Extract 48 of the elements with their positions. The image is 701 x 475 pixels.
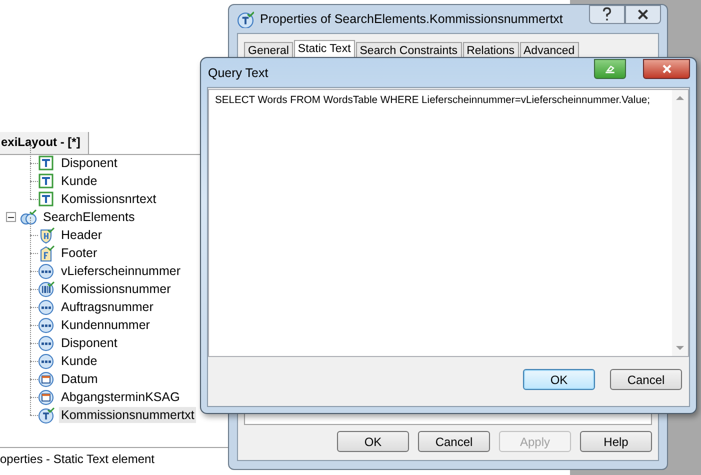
tree-item[interactable]: Footer xyxy=(59,245,100,261)
tree-item[interactable]: Komissionsnummer xyxy=(59,281,173,297)
static-text-icon xyxy=(38,406,55,424)
query-text: SELECT Words FROM WordsTable WHERE Lieferscheinnummer=vLieferscheinnummer.Value; xyxy=(215,95,650,106)
input-circle-icon xyxy=(38,316,55,334)
tree-item[interactable]: Auftragsnummer xyxy=(59,299,156,315)
text-field-icon xyxy=(38,172,55,190)
input-circle-icon xyxy=(38,262,55,280)
tree-item[interactable]: Kunde xyxy=(59,353,100,369)
shield-icon xyxy=(38,226,55,244)
tree-item[interactable]: vLieferscheinnummer xyxy=(59,263,182,279)
collapse-icon[interactable] xyxy=(6,212,16,222)
dialog-button[interactable]: Cancel xyxy=(418,431,490,452)
close-icon[interactable] xyxy=(625,5,661,24)
status-text: operties - Static Text element xyxy=(0,452,155,466)
close-button[interactable] xyxy=(643,59,690,79)
dialog-button[interactable]: OK xyxy=(523,369,595,390)
tree-item[interactable]: SearchElements xyxy=(41,209,137,225)
dialog-button[interactable]: Help xyxy=(580,431,652,452)
text-field-icon xyxy=(38,190,55,208)
tree-item[interactable]: Kundennummer xyxy=(59,317,152,333)
window-title: Properties of SearchElements.Kommissionsnummertxt xyxy=(260,12,563,26)
window-title: Query Text xyxy=(208,66,268,80)
tree-item[interactable]: Disponent xyxy=(59,155,120,171)
dialog-button[interactable]: OK xyxy=(337,431,409,452)
dialog-button[interactable]: Cancel xyxy=(610,369,682,390)
tree-item[interactable]: Header xyxy=(59,227,104,243)
circles-icon xyxy=(20,208,37,226)
page-icon xyxy=(38,244,55,262)
minimize-button[interactable] xyxy=(594,59,626,79)
barcode-icon xyxy=(38,280,55,298)
text-field-icon xyxy=(38,154,55,172)
tree-item[interactable]: Kommissionsnummertxt xyxy=(59,407,196,423)
static-text-icon xyxy=(237,10,254,28)
input-circle-icon xyxy=(38,298,55,316)
document-tab[interactable]: exiLayout - [*] xyxy=(0,132,90,154)
calendar-icon xyxy=(38,370,55,388)
query-field[interactable]: SELECT Words FROM WordsTable WHERE Lieferscheinnummer=vLieferscheinnummer.Value; xyxy=(208,89,689,357)
tree-item[interactable]: Disponent xyxy=(59,335,120,351)
input-circle-icon xyxy=(38,352,55,370)
tree-item[interactable]: Komissionsnrtext xyxy=(59,191,158,207)
scrollbar[interactable] xyxy=(672,90,688,356)
calendar-icon xyxy=(38,388,55,406)
tree-item[interactable]: AbgangsterminKSAG xyxy=(59,389,182,405)
tree-item[interactable]: Datum xyxy=(59,371,100,387)
tree-item[interactable]: Kunde xyxy=(59,173,100,189)
input-circle-icon xyxy=(38,334,55,352)
help-icon[interactable] xyxy=(589,5,625,24)
